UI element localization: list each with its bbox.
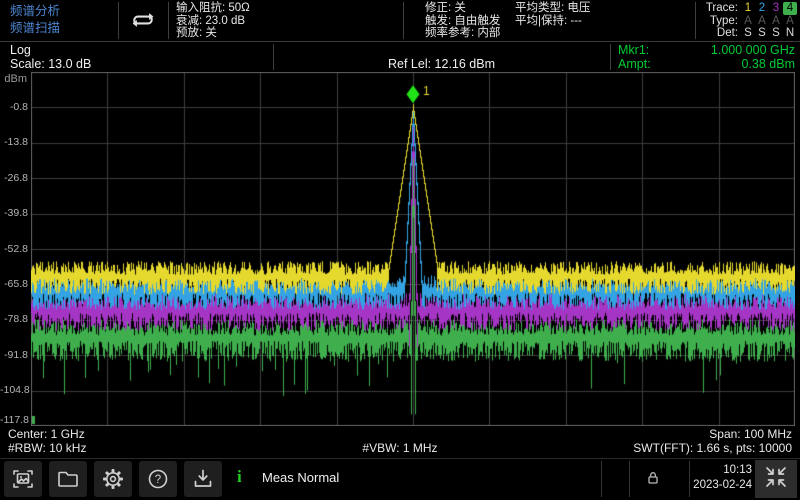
trace-4-type[interactable]: A — [783, 15, 797, 28]
trace-1-num[interactable]: 1 — [741, 2, 755, 15]
trace-table-row: Det:SSSN — [695, 27, 797, 40]
sweep-time-label: SWT(FFT): 1.66 s, pts: 10000 — [633, 441, 792, 455]
trace-2-num[interactable]: 2 — [755, 2, 769, 15]
date-value: 2023-02-24 — [690, 478, 752, 493]
header-separator — [168, 2, 169, 39]
trace-1-det[interactable]: S — [741, 27, 755, 40]
y-tick-label: -104.8 — [0, 384, 28, 396]
average-type-value: 平均类型: 电压 — [515, 2, 590, 15]
header-separator — [118, 2, 119, 39]
trace-table-row: Trace:1234 — [695, 2, 797, 15]
y-tick-label: -65.8 — [0, 278, 28, 290]
y-tick-label: -91.8 — [0, 349, 28, 361]
trigger-value: 触发: 自由触发 — [425, 15, 500, 28]
freq-reference-value: 频率参考: 内部 — [425, 27, 500, 40]
bottom-toolbar: ? i Meas Normal 10:13 2023- — [0, 458, 800, 499]
spectrum-canvas[interactable] — [31, 72, 795, 426]
trace-table[interactable]: Trace:1234Type:AAAADet:SSSN — [695, 2, 797, 40]
header-separator — [403, 2, 404, 39]
measurement-status: Meas Normal — [262, 470, 339, 485]
average-hold-value: 平均|保持: --- — [515, 15, 590, 28]
input-impedance-value: 输入阻抗: 50Ω — [176, 2, 250, 15]
trace-3-det[interactable]: S — [769, 27, 783, 40]
y-axis-unit: dBm — [0, 73, 27, 85]
attenuation-value: 衰减: 23.0 dB — [176, 15, 250, 28]
y-tick-label: -13.8 — [0, 136, 28, 148]
file-manager-button[interactable] — [49, 461, 87, 497]
y-tick-label: -78.8 — [0, 313, 28, 325]
trace-3-num[interactable]: 3 — [769, 2, 783, 15]
help-button[interactable]: ? — [139, 461, 177, 497]
trace-row-label: Type: — [698, 15, 738, 28]
scale-mode-label[interactable]: Log — [10, 43, 31, 57]
correction-value: 修正: 关 — [425, 2, 500, 15]
save-download-icon — [191, 467, 215, 491]
scale-value-label[interactable]: Scale: 13.0 dB — [10, 57, 91, 71]
span-label[interactable]: Span: 100 MHz — [709, 427, 792, 441]
spectrum-analyzer-screen: 频谱分析 频谱扫描 输入阻抗: 50Ω 衰减: 23.0 dB 预放: 关 修正… — [0, 0, 800, 500]
fullscreen-toggle-button[interactable] — [755, 460, 797, 498]
save-button[interactable] — [184, 461, 222, 497]
y-tick-label: -26.8 — [0, 172, 28, 184]
trace-4-num[interactable]: 4 — [783, 2, 797, 15]
trace-row-label: Det: — [698, 27, 738, 40]
y-tick-label: -0.8 — [0, 101, 28, 113]
settings-button[interactable] — [94, 461, 132, 497]
trace-3-type[interactable]: A — [769, 15, 783, 28]
expand-arrows-icon — [763, 464, 789, 495]
marker1-amplitude: 0.38 dBm — [618, 57, 795, 71]
trace-2-det[interactable]: S — [755, 27, 769, 40]
continuous-sweep-icon[interactable] — [122, 5, 164, 35]
time-value: 10:13 — [690, 463, 752, 478]
input-settings-readout[interactable]: 输入阻抗: 50Ω 衰减: 23.0 dB 预放: 关 — [176, 2, 250, 40]
preamp-value: 预放: 关 — [176, 27, 250, 40]
marker1-frequency: 1.000 000 GHz — [618, 43, 795, 57]
toolbar-separator — [601, 461, 602, 497]
help-icon: ? — [146, 467, 170, 491]
scale-bar: Log Scale: 13.0 dB Ref Lel: 12.16 dBm Mk… — [0, 42, 800, 72]
trace-row-label: Trace: — [698, 2, 738, 15]
ref-level-label[interactable]: Ref Lel: 12.16 dBm — [273, 57, 610, 71]
menu-spectrum-sweep[interactable]: 频谱扫描 — [10, 21, 60, 35]
settings-gear-icon — [100, 466, 126, 492]
header-separator — [610, 44, 611, 70]
trace-2-type[interactable]: A — [755, 15, 769, 28]
lock-icon[interactable] — [645, 470, 661, 491]
y-tick-label: -52.8 — [0, 243, 28, 255]
info-icon: i — [237, 467, 242, 487]
trace-4-det[interactable]: N — [783, 27, 797, 40]
menu-spectrum-analysis[interactable]: 频谱分析 — [10, 4, 60, 18]
header-bar: 频谱分析 频谱扫描 输入阻抗: 50Ω 衰减: 23.0 dB 预放: 关 修正… — [0, 0, 800, 42]
trace-1-type[interactable]: A — [741, 15, 755, 28]
average-settings-readout[interactable]: 平均类型: 电压 平均|保持: --- — [515, 2, 590, 27]
folder-icon — [56, 467, 80, 491]
toolbar-separator — [629, 461, 630, 497]
svg-text:?: ? — [155, 474, 161, 486]
trigger-settings-readout[interactable]: 修正: 关 触发: 自由触发 频率参考: 内部 — [425, 2, 500, 40]
screenshot-button[interactable] — [4, 461, 42, 497]
clock[interactable]: 10:13 2023-02-24 — [690, 463, 752, 493]
y-tick-label: -39.8 — [0, 207, 28, 219]
trace-table-row: Type:AAAA — [695, 15, 797, 28]
center-freq-label[interactable]: Center: 1 GHz — [8, 427, 85, 441]
screenshot-icon — [11, 467, 35, 491]
y-tick-label: -117.8 — [0, 414, 28, 426]
